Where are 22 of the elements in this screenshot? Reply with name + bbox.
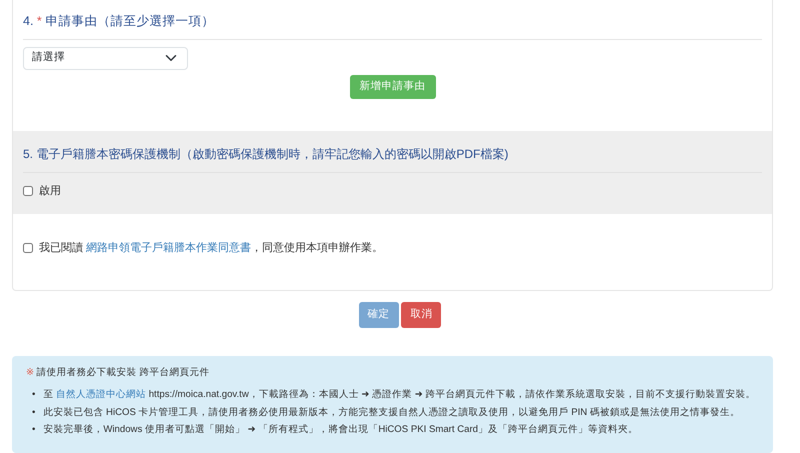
- section-number: 4.: [23, 14, 34, 28]
- agreement-text: 我已閱讀 網路申領電子戶籍謄本作業同意書，同意使用本項申辦作業。: [39, 240, 384, 256]
- cancel-button[interactable]: 取消: [401, 302, 442, 328]
- add-reason-button[interactable]: 新增申請事由: [350, 75, 436, 99]
- reason-select[interactable]: 請選擇: [23, 46, 188, 70]
- section-title: 5. 電子戶籍謄本密碼保護機制（啟動密碼保護機制時，請牢記您輸入的密碼以開啟PDF檔案): [23, 145, 762, 173]
- notice-title: 請使用者務必下載安裝 跨平台網頁元件: [36, 366, 210, 378]
- notice-item: 此安裝已包含 HiCOS 卡片管理工具，請使用者務必使用最新版本，方能完整支援自然人憑證之讀取及使用，以避免用戶 PIN 碼被鎖或是無法使用之情事發生。: [43, 406, 740, 420]
- confirm-button[interactable]: 確定: [358, 302, 399, 328]
- notice-mark: ※: [26, 366, 34, 378]
- notice-item: 至 自然人憑證中心網站 https://moica.nat.gov.tw，下載路徑為：本國人士 ➜ 憑證作業 ➜ 跨平台網頁元件下載，請依作業系統選取安裝，目前不支援行動裝置安裝。: [43, 388, 756, 402]
- checkbox-label: 啟用: [39, 184, 61, 199]
- section-title: 申請事由（請至少選擇一項）: [45, 14, 214, 28]
- required-mark: *: [36, 14, 42, 28]
- website-link[interactable]: 自然人憑證中心網站: [56, 389, 146, 400]
- agreement-link[interactable]: 網路申領電子戶籍謄本作業同意書: [86, 242, 252, 254]
- bullet-mark: •: [32, 423, 36, 438]
- notice-item: 安裝完畢後，Windows 使用者可點選「開始」 ➜ 「所有程式」，將會出現「HiCOS PKI Smart Card」及「跨平台網頁元件」等資料夾。: [43, 423, 638, 438]
- agree-checkbox[interactable]: [23, 242, 33, 253]
- enable-checkbox[interactable]: [23, 186, 33, 196]
- bullet-mark: •: [32, 388, 36, 402]
- bullet-mark: •: [32, 406, 36, 420]
